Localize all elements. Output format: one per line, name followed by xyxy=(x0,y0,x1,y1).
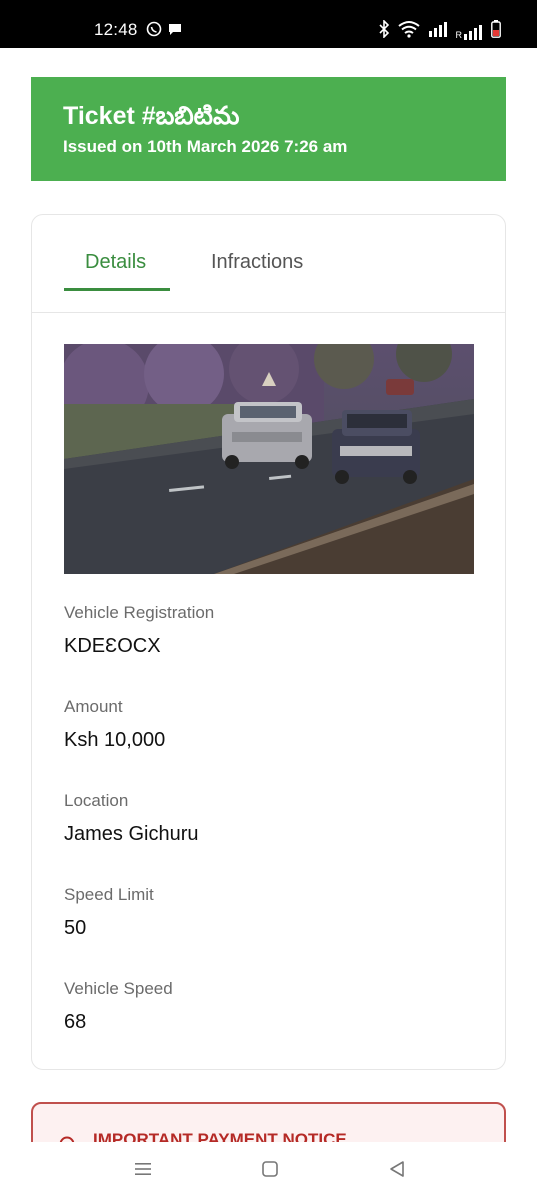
recents-icon[interactable] xyxy=(134,1160,152,1183)
vehicle-speed-value: 68 xyxy=(64,1011,87,1033)
back-icon[interactable] xyxy=(388,1160,406,1183)
location-label: Location xyxy=(64,791,129,810)
speed-limit-label: Speed Limit xyxy=(64,885,154,904)
status-time: 12:48 xyxy=(94,20,138,39)
amount-value: Ksh 10,000 xyxy=(64,729,166,751)
amount-label: Amount xyxy=(64,697,123,716)
ticket-issued-date: Issued on 10th March 2026 7:26 am xyxy=(63,137,348,156)
message-icon xyxy=(168,22,182,41)
ticket-details-card: Details Infractions Vehicle Registration… xyxy=(31,214,506,1070)
vehicle-registration-value: KDEƐOCX xyxy=(64,635,161,657)
bluetooth-icon xyxy=(378,19,390,43)
wifi-icon xyxy=(397,20,420,43)
speed-limit-field: Speed Limit 50 xyxy=(64,885,154,940)
ticket-title: Ticket #బబిటిమ xyxy=(63,102,240,130)
location-field: Location James Gichuru xyxy=(64,791,199,846)
active-tab-indicator xyxy=(64,288,170,291)
tab-details[interactable]: Details xyxy=(85,251,146,274)
roaming-label: R xyxy=(455,29,463,40)
speed-limit-value: 50 xyxy=(64,917,87,939)
tab-bar: Details Infractions xyxy=(32,215,505,313)
signal-icon xyxy=(428,21,448,42)
home-icon[interactable] xyxy=(261,1160,279,1183)
vehicle-speed-field: Vehicle Speed 68 xyxy=(64,979,173,1034)
traffic-camera-photo xyxy=(64,344,474,574)
status-system-icons: R xyxy=(378,19,502,43)
vehicle-registration-label: Vehicle Registration xyxy=(64,603,215,622)
whatsapp-icon xyxy=(146,21,162,42)
tab-infractions[interactable]: Infractions xyxy=(211,251,303,274)
signal-roaming-icon: R xyxy=(456,24,484,40)
location-value: James Gichuru xyxy=(64,823,199,845)
vehicle-speed-label: Vehicle Speed xyxy=(64,979,173,998)
ticket-header: Ticket #బబిటిమ Issued on 10th March 2026… xyxy=(31,77,506,181)
status-bar: 12:48 R xyxy=(0,0,537,48)
amount-field: Amount Ksh 10,000 xyxy=(64,697,165,752)
status-notification-icons xyxy=(146,21,182,42)
vehicle-registration-field: Vehicle Registration KDEƐOCX xyxy=(64,603,214,658)
battery-icon xyxy=(491,20,501,43)
navigation-bar xyxy=(0,1142,537,1200)
